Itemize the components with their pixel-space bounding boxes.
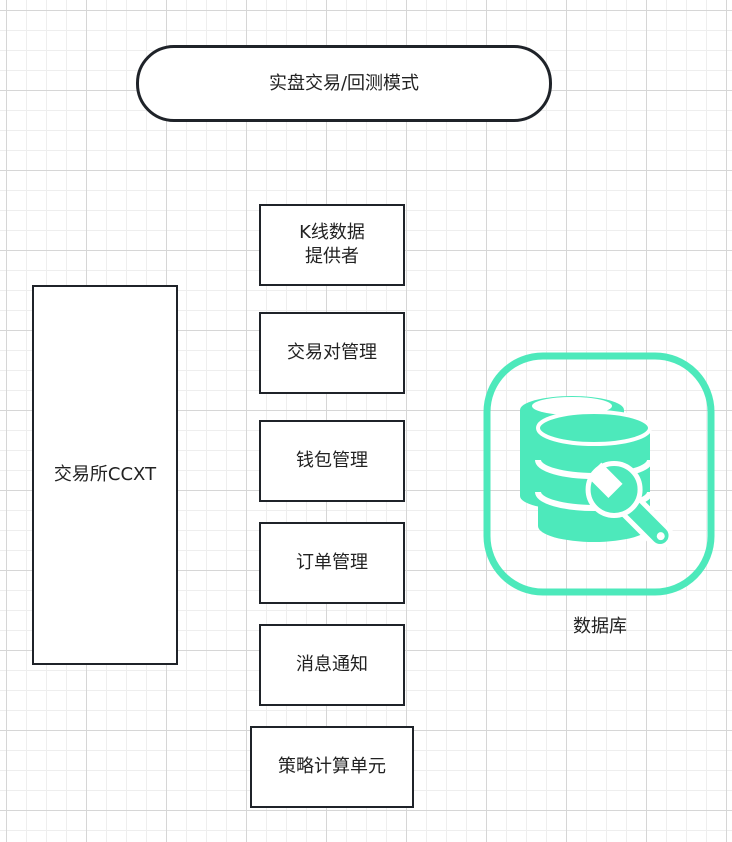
wallet-management-node: 钱包管理 (259, 420, 405, 502)
mode-node: 实盘交易/回测模式 (136, 45, 552, 122)
database-label: 数据库 (573, 616, 627, 637)
message-notification-node: 消息通知 (259, 624, 405, 706)
kline-provider-node: K线数据 提供者 (259, 204, 405, 286)
order-management-node: 订单管理 (259, 522, 405, 604)
exchange-ccxt-node: 交易所CCXT (32, 285, 178, 665)
strategy-unit-node: 策略计算单元 (250, 726, 414, 808)
database-wrench-icon (483, 352, 715, 596)
pair-management-node: 交易对管理 (259, 312, 405, 394)
